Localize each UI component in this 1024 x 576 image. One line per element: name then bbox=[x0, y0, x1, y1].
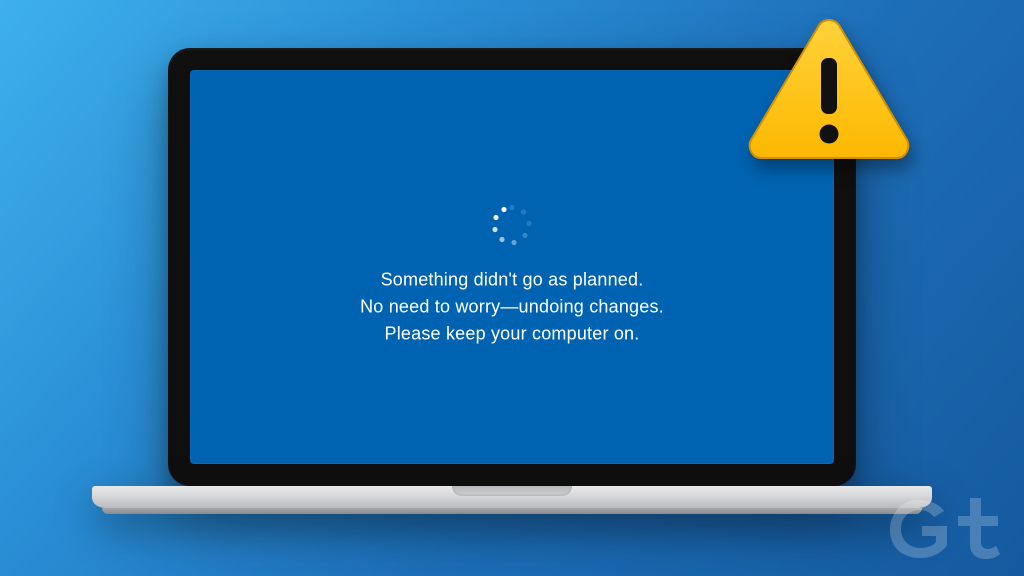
laptop-screen: Something didn't go as planned. No need … bbox=[190, 70, 834, 464]
error-message-line-1: Something didn't go as planned. bbox=[381, 266, 644, 293]
error-message-line-2: No need to worry—undoing changes. bbox=[360, 293, 664, 320]
loading-spinner-icon bbox=[489, 202, 535, 248]
warning-triangle-icon bbox=[744, 14, 914, 164]
hero-illustration: Something didn't go as planned. No need … bbox=[0, 0, 1024, 576]
windows-update-error-screen: Something didn't go as planned. No need … bbox=[190, 202, 834, 347]
laptop-base bbox=[92, 486, 932, 514]
watermark-logo bbox=[884, 492, 1004, 562]
error-message-line-3: Please keep your computer on. bbox=[385, 320, 640, 347]
